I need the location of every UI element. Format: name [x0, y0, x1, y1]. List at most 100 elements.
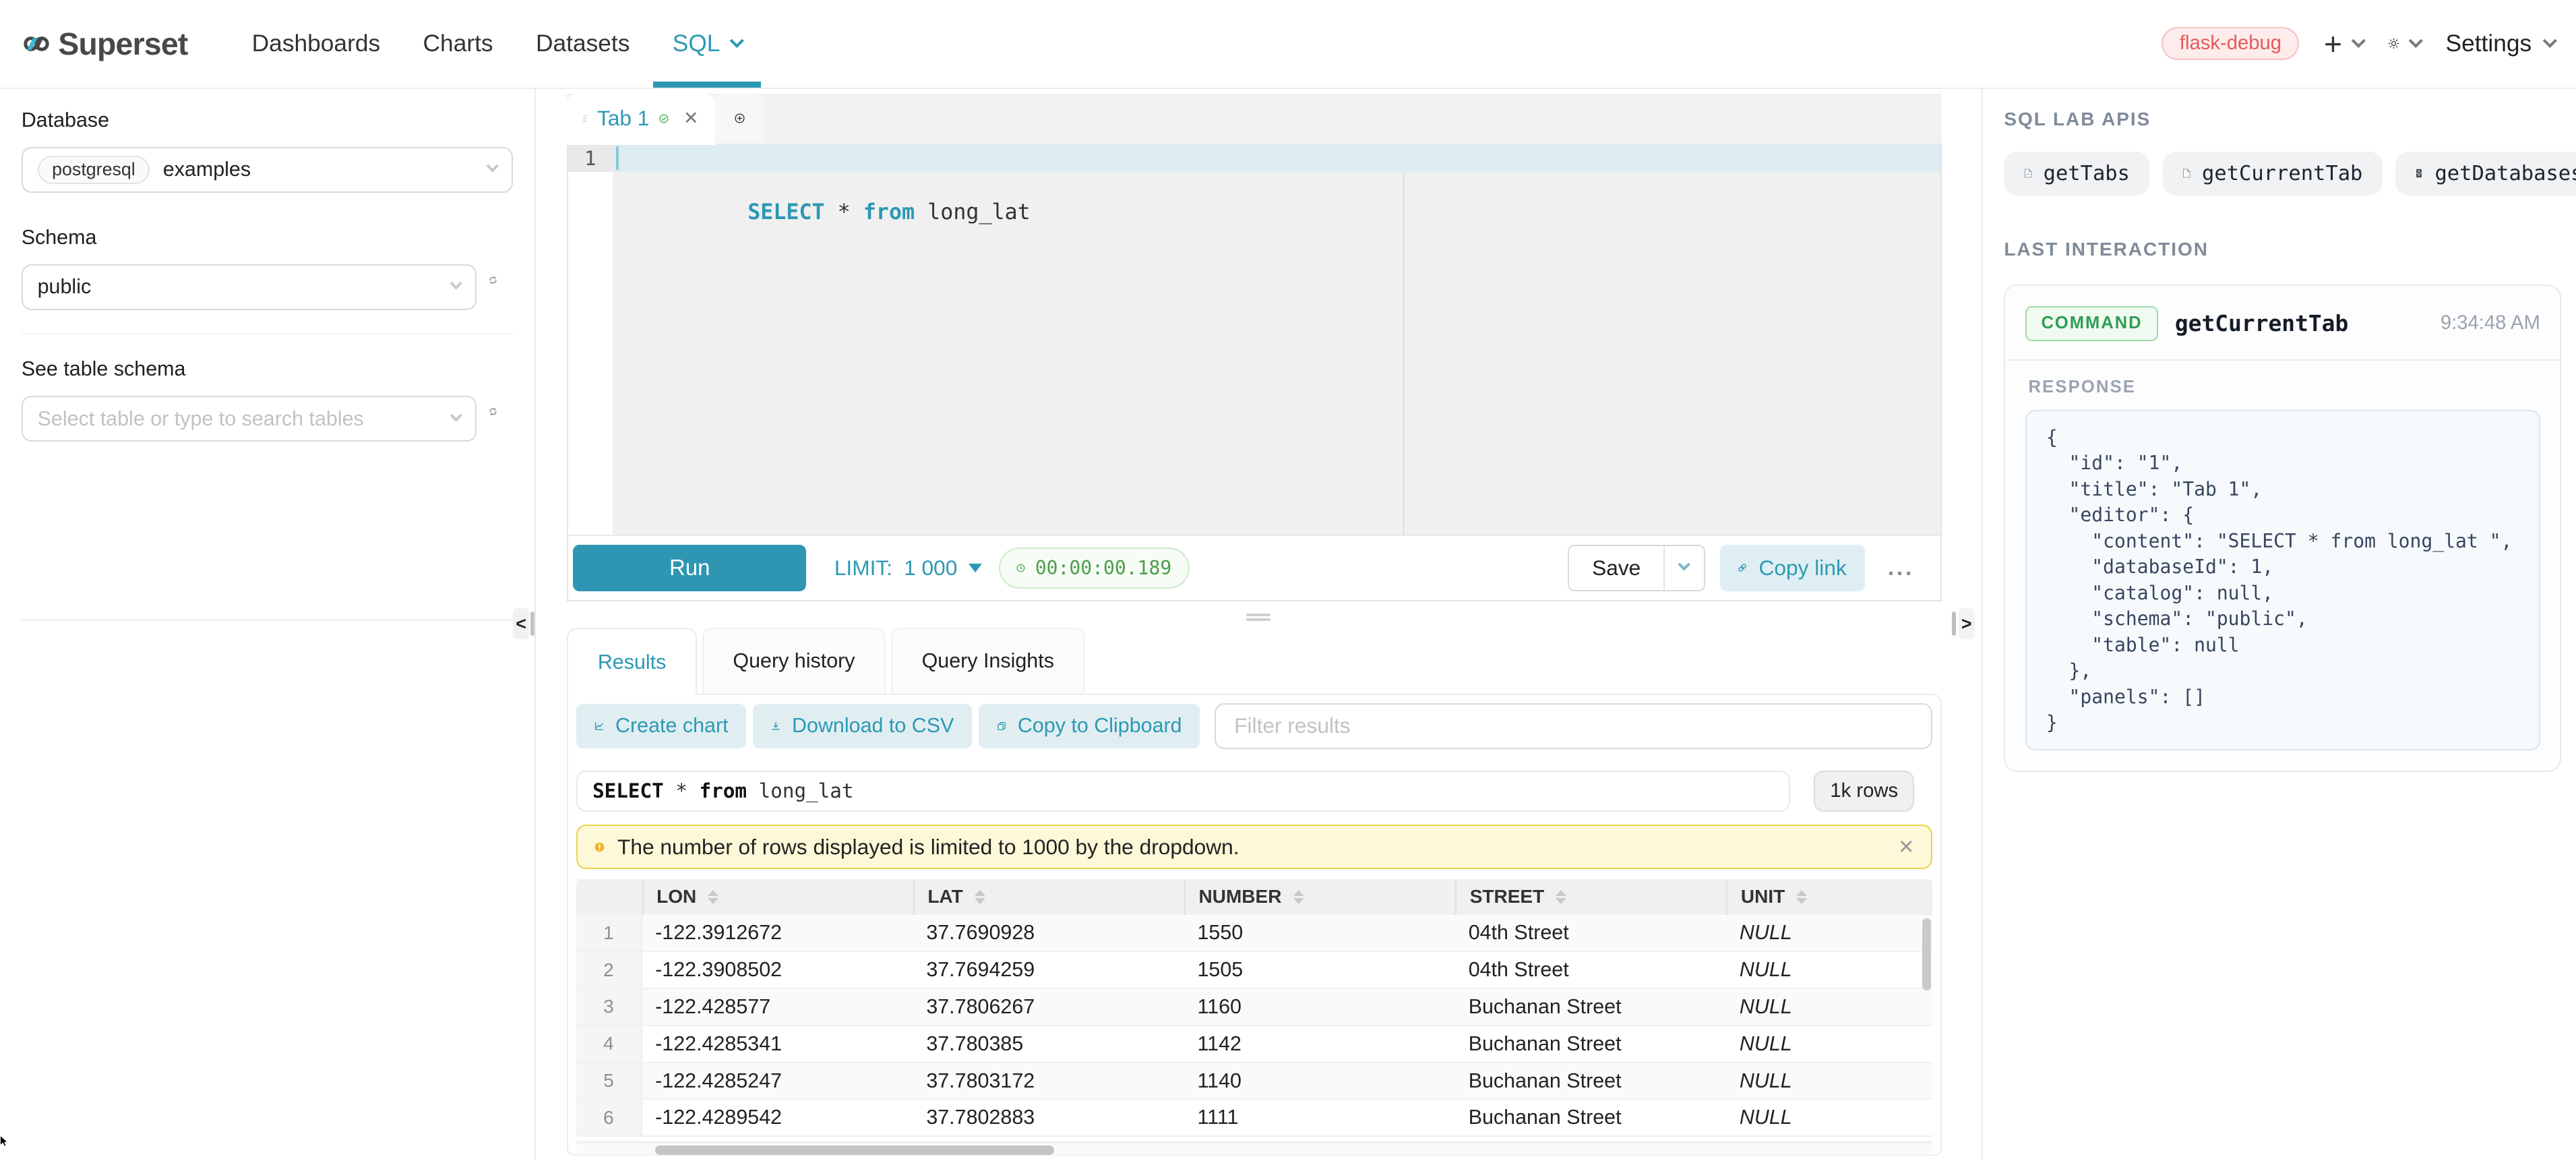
command-timestamp: 9:34:48 AM: [2441, 312, 2540, 334]
new-tab-button[interactable]: [715, 94, 765, 144]
hscroll-thumb[interactable]: [655, 1145, 1054, 1154]
table-row[interactable]: 2 -122.3908502 37.7694259 1505 04th Stre…: [576, 952, 1932, 989]
plus-icon: +: [2324, 28, 2342, 59]
response-json: { "id": "1", "title": "Tab 1", "editor":…: [2025, 410, 2540, 750]
sort-icon[interactable]: [975, 890, 985, 905]
brand[interactable]: Superset: [23, 26, 187, 62]
sql-code-line[interactable]: SELECT * from long_lat: [613, 145, 1940, 172]
collapse-right-panel-button[interactable]: >: [1959, 608, 1975, 639]
cell-unit: NULL: [1726, 1063, 1932, 1099]
sort-icon[interactable]: [1293, 890, 1304, 905]
column-label: NUMBER: [1199, 886, 1282, 907]
filter-results-input[interactable]: [1215, 703, 1932, 749]
sort-icon[interactable]: [1796, 890, 1807, 905]
editor-tab-1[interactable]: Tab 1 ✕: [567, 94, 715, 145]
chart-icon: [594, 721, 604, 731]
table-vscrollbar[interactable]: [1922, 918, 1930, 990]
card-divider: [2005, 359, 2560, 361]
settings-menu[interactable]: Settings: [2446, 30, 2555, 57]
sidebar-divider: [22, 333, 513, 334]
chevron-down-icon: [1678, 558, 1691, 571]
executed-query: SELECT * from long_lat: [576, 771, 1790, 812]
cell-unit: NULL: [1726, 1026, 1932, 1062]
file-icon: [2182, 169, 2190, 178]
table-row[interactable]: 1 -122.3912672 37.7690928 1550 04th Stre…: [576, 915, 1932, 952]
json-line: "title": "Tab 1",: [2046, 477, 2519, 503]
more-actions-button[interactable]: ...: [1888, 555, 1914, 581]
table-row[interactable]: 5 -122.4285247 37.7803172 1140 Buchanan …: [576, 1063, 1932, 1100]
json-line: }: [2046, 710, 2519, 736]
json-line: "content": "SELECT * from long_lat ",: [2046, 529, 2519, 555]
refresh-schemas-icon[interactable]: [488, 275, 513, 300]
limit-dropdown[interactable]: LIMIT: 1 000: [834, 556, 983, 580]
pane-splitter[interactable]: [536, 601, 1982, 628]
column-header[interactable]: STREET: [1455, 879, 1726, 916]
tab-query-insights[interactable]: Query Insights: [891, 628, 1085, 694]
column-header[interactable]: NUMBER: [1184, 879, 1455, 916]
table-select[interactable]: Select table or type to search tables: [22, 396, 477, 442]
tab-query-history[interactable]: Query history: [702, 628, 886, 694]
table-row[interactable]: 6 -122.4289542 37.7802883 1111 Buchanan …: [576, 1100, 1932, 1137]
gettabs-button[interactable]: getTabs: [2004, 152, 2149, 196]
results-tabs: Results Query history Query Insights: [567, 628, 1982, 694]
drag-handle-icon[interactable]: [583, 115, 587, 123]
nav-sql[interactable]: SQL: [651, 0, 763, 88]
download-csv-button[interactable]: Download to CSV: [753, 704, 972, 748]
nav-charts[interactable]: Charts: [402, 0, 514, 88]
tab-results[interactable]: Results: [567, 628, 697, 695]
save-button[interactable]: Save: [1569, 546, 1663, 589]
refresh-tables-icon[interactable]: [488, 407, 513, 431]
settings-label: Settings: [2446, 30, 2532, 57]
schema-select[interactable]: public: [22, 264, 477, 310]
new-item-menu[interactable]: +: [2324, 28, 2364, 59]
save-dropdown-button[interactable]: [1663, 546, 1703, 589]
cell-lat: 37.7690928: [913, 915, 1184, 951]
splitter-grip-icon: [1246, 614, 1271, 616]
sidebar-scrollbar[interactable]: [530, 612, 534, 636]
save-split-button[interactable]: Save: [1568, 545, 1705, 591]
column-label: UNIT: [1741, 886, 1785, 907]
chevron-down-icon: [730, 34, 744, 48]
check-circle-icon: [659, 114, 669, 123]
table-hscrollbar[interactable]: [576, 1142, 1932, 1156]
collapse-sidebar-button[interactable]: <: [513, 608, 529, 639]
table-row[interactable]: 3 -122.428577 37.7806267 1160 Buchanan S…: [576, 989, 1932, 1026]
json-line: {: [2046, 425, 2519, 451]
copy-link-button[interactable]: Copy link: [1720, 545, 1865, 591]
main-scrollbar[interactable]: [1952, 612, 1956, 636]
json-line: "id": "1",: [2046, 450, 2519, 477]
cell-lat: 37.7694259: [913, 952, 1184, 988]
nav-datasets[interactable]: Datasets: [514, 0, 651, 88]
cell-street: Buchanan Street: [1455, 989, 1726, 1025]
command-badge: COMMAND: [2025, 306, 2159, 342]
sun-icon: [2388, 38, 2399, 49]
database-select[interactable]: postgresql examples: [22, 147, 513, 193]
sql-editor[interactable]: 1 SELECT * from long_lat: [568, 145, 1940, 535]
close-warning-icon[interactable]: ✕: [1898, 835, 1915, 859]
column-label: STREET: [1470, 886, 1545, 907]
column-header[interactable]: LAT: [913, 879, 1184, 916]
column-header[interactable]: UNIT: [1726, 879, 1932, 916]
sidebar-divider: [22, 620, 513, 621]
column-header[interactable]: LON: [642, 879, 913, 916]
editor-gutter: 1: [568, 145, 613, 535]
cabinet-icon: [2415, 169, 2423, 178]
partial-row: [576, 1137, 1932, 1141]
run-button[interactable]: Run: [573, 545, 806, 591]
copy-clipboard-button[interactable]: Copy to Clipboard: [979, 704, 1200, 748]
sort-icon[interactable]: [708, 890, 718, 905]
theme-menu[interactable]: [2388, 38, 2421, 49]
getdatabases-button[interactable]: getDatabases: [2395, 152, 2576, 196]
cell-street: Buchanan Street: [1455, 1100, 1726, 1135]
getcurrenttab-button[interactable]: getCurrentTab: [2163, 152, 2383, 196]
limit-value: 1 000: [904, 556, 957, 580]
create-chart-button[interactable]: Create chart: [576, 704, 746, 748]
table-row[interactable]: 4 -122.4285341 37.780385 1142 Buchanan S…: [576, 1026, 1932, 1063]
mouse-cursor: [0, 1135, 9, 1146]
close-tab-icon[interactable]: ✕: [683, 108, 698, 129]
gettabs-label: getTabs: [2044, 162, 2130, 185]
nav-sql-label: SQL: [673, 30, 720, 57]
nav-dashboards[interactable]: Dashboards: [231, 0, 402, 88]
sql-text: long_lat: [915, 200, 1031, 225]
sort-icon[interactable]: [1556, 890, 1566, 905]
